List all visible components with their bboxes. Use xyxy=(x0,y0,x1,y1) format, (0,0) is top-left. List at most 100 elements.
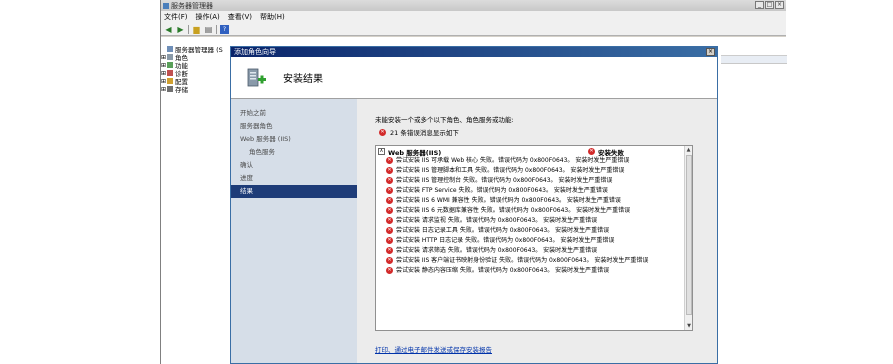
roles-icon xyxy=(167,54,173,60)
error-icon: ✕ xyxy=(386,217,393,224)
server-icon xyxy=(167,46,173,52)
folder-up-icon[interactable]: ▆ xyxy=(192,25,201,34)
wizard-content: 未能安装一个或多个以下角色、角色服务或功能: ✕ 21 条错误消息显示如下 ∧ … xyxy=(357,99,717,363)
scroll-up-arrow-icon[interactable]: ▲ xyxy=(685,146,692,154)
tree-item-configuration[interactable]: ⊞ 配置 xyxy=(161,77,233,87)
window-titlebar: 服务器管理器 _ □ × xyxy=(161,0,786,11)
help-icon[interactable]: ? xyxy=(220,24,229,34)
error-row-text: 尝试安装 IIS 管理脚本和工具 失败。错误代码为 0x800F0643。 安装… xyxy=(396,167,625,174)
tree-item-features[interactable]: ⊞ 功能 xyxy=(161,61,233,71)
error-row-text: 尝试安装 静态内容压缩 失败。错误代码为 0x800F0643。 安装时发生严重… xyxy=(396,267,610,274)
menu-file[interactable]: 文件(F) xyxy=(164,12,188,22)
menu-action[interactable]: 操作(A) xyxy=(196,12,220,22)
wizard-header: 安装结果 xyxy=(231,57,717,99)
error-row-text: 尝试安装 FTP Service 失败。错误代码为 0x800F0643。 安装… xyxy=(396,187,608,194)
maximize-button[interactable]: □ xyxy=(765,1,774,9)
error-summary: ✕ 21 条错误消息显示如下 xyxy=(379,127,459,137)
collapse-button[interactable]: ∧ xyxy=(378,148,385,155)
step-progress[interactable]: 进度 xyxy=(231,172,357,185)
error-icon: ✕ xyxy=(386,207,393,214)
menu-bar: 文件(F) 操作(A) 查看(V) 帮助(H) xyxy=(161,11,786,23)
forward-icon[interactable]: ▶ xyxy=(176,25,185,34)
toolbar-separator xyxy=(188,24,189,34)
wizard-page-title: 安装结果 xyxy=(283,74,323,85)
error-icon: ✕ xyxy=(386,177,393,184)
add-roles-wizard: 添加角色向导 × 安装结果 开始之前 服务器角色 Web 服务器 (IIS) 角… xyxy=(230,46,718,364)
step-results[interactable]: 结果 xyxy=(231,185,357,198)
error-row-text: 尝试安装 IIS 管理控制台 失败。错误代码为 0x800F0643。 安装时发… xyxy=(396,177,613,184)
actions-pane xyxy=(721,55,787,145)
tree-item-label: 存储 xyxy=(175,86,188,94)
results-group-header: ∧ Web 服务器(IIS) ✕ 安装失败 xyxy=(376,146,692,157)
storage-icon xyxy=(167,86,173,92)
tree-item-server-manager[interactable]: 服务器管理器 (S xyxy=(161,45,233,54)
server-roles-icon xyxy=(245,67,267,89)
wizard-title: 添加角色向导 xyxy=(234,48,276,56)
navigation-tree: 服务器管理器 (S ⊞ 角色 ⊞ 功能 ⊞ 诊断 ⊞ 配置 ⊞ 存储 xyxy=(161,45,233,95)
diagnostics-icon xyxy=(167,70,173,76)
error-row: ✕ 尝试安装 IIS 6 元数据库兼容性 失败。错误代码为 0x800F0643。… xyxy=(376,207,692,214)
error-icon: ✕ xyxy=(379,128,386,136)
error-rows: ✕ 尝试安装 IIS 可承载 Web 核心 失败。错误代码为 0x800F0643… xyxy=(376,157,692,274)
menu-help[interactable]: 帮助(H) xyxy=(260,12,285,22)
menu-view[interactable]: 查看(V) xyxy=(228,12,252,22)
error-row: ✕ 尝试安装 IIS 客户端证书映射身份验证 失败。错误代码为 0x800F064… xyxy=(376,257,692,264)
error-row: ✕ 尝试安装 IIS 可承载 Web 核心 失败。错误代码为 0x800F0643… xyxy=(376,157,692,164)
minimize-button[interactable]: _ xyxy=(755,1,764,9)
error-row-text: 尝试安装 请求筛选 失败。错误代码为 0x800F0643。 安装时发生严重错误 xyxy=(396,247,598,254)
error-row-text: 尝试安装 IIS 6 元数据库兼容性 失败。错误代码为 0x800F0643。 … xyxy=(396,207,631,214)
error-row-text: 尝试安装 IIS 可承载 Web 核心 失败。错误代码为 0x800F0643。… xyxy=(396,157,630,164)
role-status: ✕ 安装失败 xyxy=(588,147,624,157)
actions-pane-header xyxy=(721,56,787,64)
error-row: ✕ 尝试安装 请求筛选 失败。错误代码为 0x800F0643。 安装时发生严重错… xyxy=(376,247,692,254)
wizard-steps-nav: 开始之前 服务器角色 Web 服务器 (IIS) 角色服务 确认 进度 结果 xyxy=(231,99,357,363)
tree-item-roles[interactable]: ⊞ 角色 xyxy=(161,53,233,63)
window-controls: _ □ × xyxy=(755,1,784,9)
error-summary-text: 21 条错误消息显示如下 xyxy=(390,129,459,137)
tree-item-diagnostics[interactable]: ⊞ 诊断 xyxy=(161,69,233,79)
error-row-text: 尝试安装 IIS 客户端证书映射身份验证 失败。错误代码为 0x800F0643… xyxy=(396,257,649,264)
error-row: ✕ 尝试安装 FTP Service 失败。错误代码为 0x800F0643。 安… xyxy=(376,187,692,194)
error-row: ✕ 尝试安装 请求监视 失败。错误代码为 0x800F0643。 安装时发生严重错… xyxy=(376,217,692,224)
error-icon: ✕ xyxy=(386,187,393,194)
features-icon xyxy=(167,62,173,68)
error-row: ✕ 尝试安装 IIS 管理控制台 失败。错误代码为 0x800F0643。 安装时… xyxy=(376,177,692,184)
error-row-text: 尝试安装 日志记录工具 失败。错误代码为 0x800F0643。 安装时发生严重… xyxy=(396,227,610,234)
step-server-roles[interactable]: 服务器角色 xyxy=(231,120,357,133)
results-list[interactable]: ∧ Web 服务器(IIS) ✕ 安装失败 ✕ 尝试安装 IIS 可承载 Web … xyxy=(375,145,693,331)
error-row: ✕ 尝试安装 IIS 管理脚本和工具 失败。错误代码为 0x800F0643。 安… xyxy=(376,167,692,174)
toolbar: ◀ ▶ ▆ ▤ ? xyxy=(161,23,786,36)
scroll-down-arrow-icon[interactable]: ▼ xyxy=(685,322,692,330)
back-icon[interactable]: ◀ xyxy=(164,25,173,34)
show-tree-icon[interactable]: ▤ xyxy=(204,25,213,34)
scroll-thumb[interactable] xyxy=(686,155,692,315)
toolbar-separator xyxy=(216,24,217,34)
results-scrollbar[interactable]: ▲ ▼ xyxy=(684,146,692,330)
error-icon: ✕ xyxy=(386,197,393,204)
wizard-close-button[interactable]: × xyxy=(706,48,715,56)
print-report-link[interactable]: 打印、通过电子邮件发送或保存安装报告 xyxy=(375,344,492,354)
error-icon: ✕ xyxy=(386,257,393,264)
error-icon: ✕ xyxy=(386,157,393,164)
error-row: ✕ 尝试安装 日志记录工具 失败。错误代码为 0x800F0643。 安装时发生严… xyxy=(376,227,692,234)
error-icon: ✕ xyxy=(588,148,595,155)
step-web-server-iis[interactable]: Web 服务器 (IIS) xyxy=(231,133,357,146)
error-row: ✕ 尝试安装 静态内容压缩 失败。错误代码为 0x800F0643。 安装时发生严… xyxy=(376,267,692,274)
error-icon: ✕ xyxy=(386,237,393,244)
error-row: ✕ 尝试安装 IIS 6 WMI 兼容性 失败。错误代码为 0x800F0643。… xyxy=(376,197,692,204)
step-before-you-begin[interactable]: 开始之前 xyxy=(231,107,357,120)
tree-item-storage[interactable]: ⊞ 存储 xyxy=(161,85,233,95)
error-icon: ✕ xyxy=(386,227,393,234)
error-row-text: 尝试安装 请求监视 失败。错误代码为 0x800F0643。 安装时发生严重错误 xyxy=(396,217,598,224)
step-role-services[interactable]: 角色服务 xyxy=(231,146,357,159)
window-title: 服务器管理器 xyxy=(171,1,213,10)
error-icon: ✕ xyxy=(386,247,393,254)
role-name: Web 服务器(IIS) xyxy=(388,148,442,157)
error-row-text: 尝试安装 HTTP 日志记录 失败。错误代码为 0x800F0643。 安装时发… xyxy=(396,237,615,244)
configuration-icon xyxy=(167,78,173,84)
close-window-button[interactable]: × xyxy=(775,1,784,9)
step-confirmation[interactable]: 确认 xyxy=(231,159,357,172)
error-icon: ✕ xyxy=(386,167,393,174)
role-status-text: 安装失败 xyxy=(598,148,624,157)
error-icon: ✕ xyxy=(386,267,393,274)
